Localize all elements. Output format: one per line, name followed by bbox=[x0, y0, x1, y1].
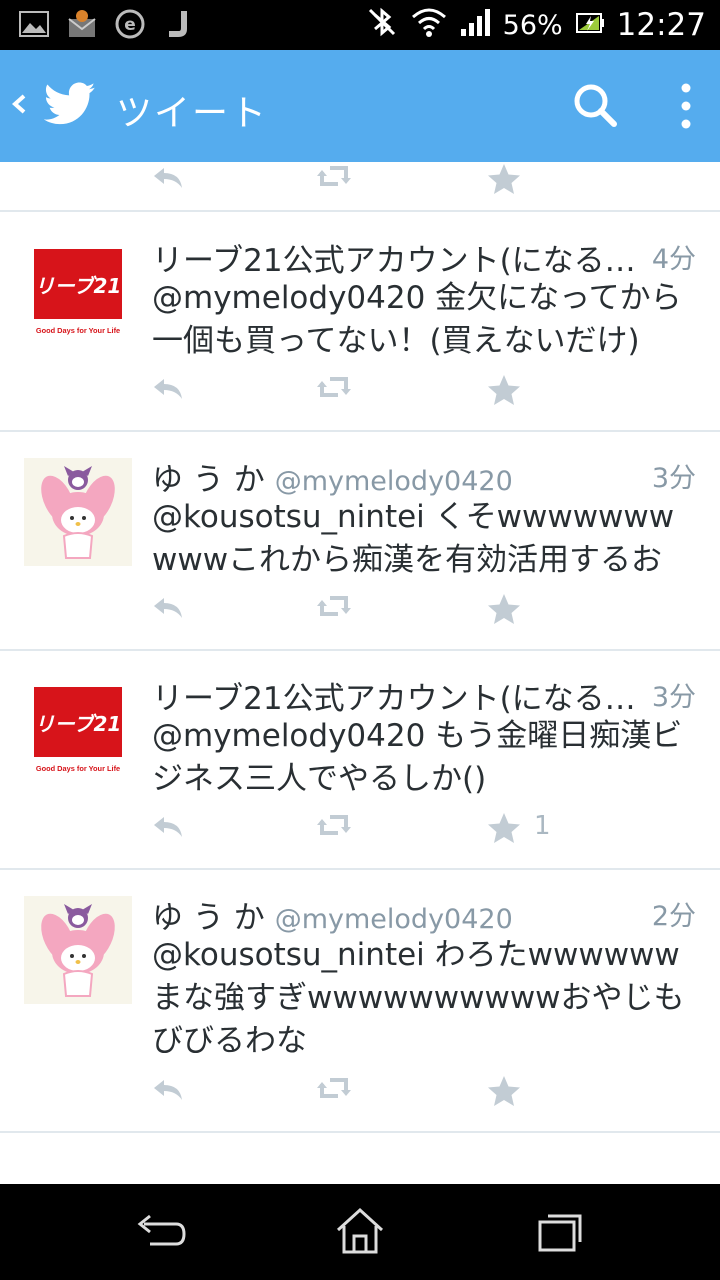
tweet-actions: 1 bbox=[0, 811, 720, 851]
e-app-icon: e bbox=[114, 8, 146, 40]
tweet-time: 4分 bbox=[651, 244, 696, 275]
reve21-tagline: Good Days for Your Life bbox=[36, 326, 120, 335]
tweet-text: @mymelody0420 金欠になってから一個も買ってない！(買えないだけ) bbox=[152, 280, 682, 359]
tweet-time: 3分 bbox=[651, 463, 696, 494]
retweet-icon[interactable] bbox=[315, 373, 356, 409]
tweet-header: ゆ う か @mymelody0420 bbox=[152, 454, 698, 498]
user-handle[interactable]: @mymelody0420 bbox=[275, 904, 513, 935]
svg-text:e: e bbox=[124, 15, 136, 35]
tweet-text: @kousotsu_nintei わろたwwwwwwまな強すぎwwwwwwwww… bbox=[152, 937, 685, 1059]
previous-tweet-actions bbox=[0, 162, 720, 212]
reply-icon[interactable] bbox=[150, 592, 190, 628]
retweet-icon[interactable] bbox=[315, 162, 356, 198]
battery-percent: 56% bbox=[502, 9, 563, 41]
user-name[interactable]: リーブ21公式アカウント(になる… bbox=[152, 243, 636, 279]
app-bar: ツイート bbox=[0, 50, 720, 162]
retweet-icon[interactable] bbox=[315, 592, 356, 628]
reply-icon[interactable] bbox=[150, 811, 190, 847]
user-name[interactable]: リーブ21公式アカウント(になる… bbox=[152, 681, 636, 717]
retweet-icon[interactable] bbox=[315, 811, 356, 847]
tweet-header: リーブ21公式アカウント(になる… bbox=[152, 235, 698, 279]
page-title: ツイート bbox=[116, 93, 269, 134]
tweet-actions bbox=[0, 373, 720, 413]
twitter-bird-icon[interactable] bbox=[43, 80, 96, 128]
favorite-icon[interactable] bbox=[486, 811, 526, 847]
reply-icon[interactable] bbox=[150, 1074, 190, 1110]
reve21-logo-text: リーブ21 bbox=[35, 274, 122, 298]
clock: 12:27 bbox=[616, 7, 706, 43]
reve21-logo-text: リーブ21 bbox=[35, 712, 122, 736]
notification-icons: e bbox=[18, 8, 194, 40]
signal-icon bbox=[459, 7, 491, 44]
tweet-item[interactable]: リーブ21 Good Days for Your Life リーブ21公式アカウ… bbox=[0, 213, 720, 432]
tweet-header: リーブ21公式アカウント(になる… bbox=[152, 673, 698, 717]
tweet-actions bbox=[0, 1074, 720, 1114]
favorite-icon[interactable] bbox=[486, 1074, 526, 1110]
overflow-menu-icon[interactable] bbox=[668, 80, 704, 132]
avatar[interactable]: リーブ21 Good Days for Your Life bbox=[24, 239, 132, 347]
reply-icon[interactable] bbox=[150, 373, 190, 409]
system-status: 56% 12:27 bbox=[365, 6, 706, 44]
back-chevron-icon[interactable] bbox=[10, 84, 28, 124]
j-app-icon bbox=[162, 8, 194, 40]
battery-icon bbox=[575, 8, 605, 43]
search-icon[interactable] bbox=[570, 80, 622, 132]
tweet-text: @kousotsu_nintei くそwwwwwwwwwwこれから痴漢を有効活用… bbox=[152, 499, 675, 578]
reve21-tagline: Good Days for Your Life bbox=[36, 764, 120, 773]
tweet-actions bbox=[0, 592, 720, 632]
tweet-timeline[interactable]: リーブ21 Good Days for Your Life リーブ21公式アカウ… bbox=[0, 162, 720, 1184]
tweet-item[interactable]: ゆ う か @mymelody0420 2分 @kousotsu_nintei わ… bbox=[0, 870, 720, 1133]
tweet-item[interactable]: リーブ21 Good Days for Your Life リーブ21公式アカウ… bbox=[0, 651, 720, 870]
tweet-item[interactable]: ゆ う か @mymelody0420 3分 @kousotsu_nintei く… bbox=[0, 432, 720, 651]
favorite-icon[interactable] bbox=[486, 373, 526, 409]
tweet-time: 3分 bbox=[651, 682, 696, 713]
avatar[interactable] bbox=[24, 458, 132, 566]
avatar[interactable]: リーブ21 Good Days for Your Life bbox=[24, 677, 132, 785]
user-handle[interactable]: @mymelody0420 bbox=[275, 466, 513, 497]
tweet-time: 2分 bbox=[651, 901, 696, 932]
wifi-icon bbox=[411, 7, 447, 44]
tweet-header: ゆ う か @mymelody0420 bbox=[152, 892, 698, 936]
user-name[interactable]: ゆ う か bbox=[152, 462, 265, 498]
avatar[interactable] bbox=[24, 896, 132, 1004]
reply-icon[interactable] bbox=[150, 162, 190, 198]
system-nav-bar bbox=[0, 1184, 720, 1280]
user-name[interactable]: ゆ う か bbox=[152, 900, 265, 936]
back-icon[interactable] bbox=[130, 1204, 190, 1260]
recent-apps-icon[interactable] bbox=[530, 1204, 590, 1260]
mail-app-icon bbox=[66, 8, 98, 40]
home-icon[interactable] bbox=[330, 1204, 390, 1260]
retweet-icon[interactable] bbox=[315, 1074, 356, 1110]
tweet-text: @mymelody0420 もう金曜日痴漢ビジネス三人でやるしか() bbox=[152, 718, 683, 797]
image-icon bbox=[18, 8, 50, 40]
bluetooth-icon bbox=[365, 5, 399, 46]
status-bar: e 56% 12:27 bbox=[0, 0, 720, 50]
favorite-icon[interactable] bbox=[486, 162, 526, 198]
favorite-icon[interactable] bbox=[486, 592, 526, 628]
favorite-count: 1 bbox=[534, 811, 551, 841]
